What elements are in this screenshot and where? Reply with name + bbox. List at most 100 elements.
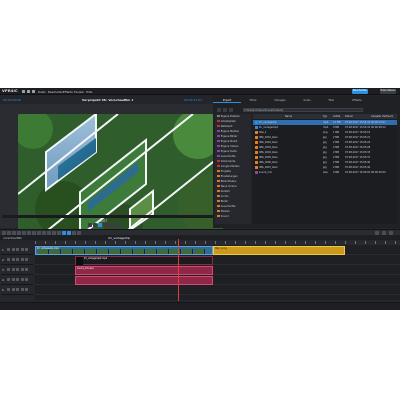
title-clip[interactable]: titel_1.png xyxy=(213,245,345,255)
ruler-tick xyxy=(195,241,196,244)
column-size[interactable]: Größe xyxy=(333,115,340,118)
lock-icon[interactable] xyxy=(11,258,15,261)
mute-icon[interactable] xyxy=(20,278,24,281)
record-icon[interactable] xyxy=(25,248,28,251)
step-back-button[interactable] xyxy=(88,223,92,227)
track-header[interactable]: 2 xyxy=(1,255,33,265)
back-icon[interactable] xyxy=(217,108,221,112)
save-icon[interactable] xyxy=(32,89,35,93)
mode-export-button[interactable]: Exportieren xyxy=(380,89,396,94)
folder-icon xyxy=(217,134,220,138)
menu-help[interactable]: Hilfe xyxy=(86,90,92,94)
new-project-icon[interactable] xyxy=(22,89,25,93)
eye-icon[interactable] xyxy=(7,248,10,251)
eye-icon[interactable] xyxy=(7,278,10,281)
audio-clip[interactable]: sound_mix.wav xyxy=(75,265,213,275)
column-type[interactable]: Typ xyxy=(323,115,327,118)
solo-icon[interactable] xyxy=(16,258,19,261)
playhead[interactable] xyxy=(178,239,179,301)
mute-icon[interactable] xyxy=(20,258,24,261)
program-monitor: 00:00:00:00 Vorprojekt: Mr. Vorschaufilm… xyxy=(0,96,226,230)
track-row xyxy=(35,275,400,285)
ruler-tick xyxy=(245,241,246,244)
record-icon[interactable] xyxy=(25,288,28,291)
eye-icon[interactable] xyxy=(7,288,10,291)
menu-edit[interactable]: Bearbeiten xyxy=(48,90,63,94)
forward-button[interactable] xyxy=(108,223,112,227)
video-frame xyxy=(18,114,223,230)
monitor-header: 00:00:00:00 Vorprojekt: Mr. Vorschaufilm… xyxy=(0,96,226,104)
track-number: 1 xyxy=(2,248,4,252)
menu-effects[interactable]: Effekte xyxy=(63,90,73,94)
open-icon[interactable] xyxy=(27,89,30,93)
ruler-tick xyxy=(75,241,76,244)
track-header[interactable]: 5 xyxy=(1,285,33,295)
tab-templates[interactable]: Vorlagen xyxy=(265,98,295,103)
overlay-clip[interactable]: ihr_vorlageclip2.mp4 xyxy=(75,255,213,265)
lock-icon[interactable] xyxy=(11,288,15,291)
folder-icon xyxy=(217,124,220,128)
tree-item[interactable]: Sound xyxy=(217,214,229,219)
solo-icon[interactable] xyxy=(16,248,19,251)
eye-icon[interactable] xyxy=(7,268,10,271)
up-icon[interactable] xyxy=(223,108,227,112)
path-field[interactable]: C:\Nutzer\Videos\Projektmaterial xyxy=(243,108,363,112)
file-list-header: Name Typ Größe Datum Längster Zeitraum xyxy=(253,114,397,119)
timeline-tab-clip[interactable]: ihr_vorlageclip xyxy=(108,236,130,240)
mode-edit-button[interactable]: Bearbeiten xyxy=(352,89,368,94)
folder-icon xyxy=(217,154,220,158)
solo-icon[interactable] xyxy=(16,288,19,291)
video-preview[interactable] xyxy=(18,114,223,230)
tab-audio[interactable]: Audio xyxy=(295,98,319,103)
file-icon xyxy=(255,156,258,159)
tab-titles[interactable]: Titel xyxy=(319,98,343,103)
ruler-tick xyxy=(375,241,376,244)
track-header[interactable]: 3 xyxy=(1,265,33,275)
file-size: 2 MB xyxy=(333,166,339,169)
mute-icon[interactable] xyxy=(20,248,24,251)
file-size: 4 MB xyxy=(333,171,339,174)
file-type: jpg xyxy=(323,141,327,144)
step-forward-button[interactable] xyxy=(113,223,117,227)
record-icon[interactable] xyxy=(25,278,28,281)
solo-icon[interactable] xyxy=(16,278,19,281)
file-icon xyxy=(255,166,258,169)
mute-icon[interactable] xyxy=(20,288,24,291)
record-icon[interactable] xyxy=(25,258,28,261)
tab-movies[interactable]: Filme xyxy=(241,98,265,103)
mute-icon[interactable] xyxy=(20,268,24,271)
view-icon[interactable] xyxy=(229,108,233,112)
solo-icon[interactable] xyxy=(16,268,19,271)
lock-icon[interactable] xyxy=(11,248,15,251)
file-size: 2 MB xyxy=(333,141,339,144)
play-button[interactable] xyxy=(98,223,102,227)
eye-icon[interactable] xyxy=(7,258,10,261)
file-row[interactable]: sound_mix wav 4 MB 07.08.2017 15:06:02 00:00… xyxy=(253,170,397,175)
record-icon[interactable] xyxy=(25,268,28,271)
track-header[interactable]: 4 xyxy=(1,275,33,285)
rewind-button[interactable] xyxy=(93,223,97,227)
menu-file[interactable]: Datei xyxy=(38,90,45,94)
audio-clip[interactable] xyxy=(75,275,213,285)
track-header[interactable]: 1 xyxy=(1,245,33,255)
video-clip[interactable]: ihr_vorlageclip.mp4 xyxy=(35,245,213,255)
tab-import[interactable]: Import xyxy=(213,98,241,103)
column-date[interactable]: Datum xyxy=(345,115,353,118)
tree-item-label: Sound xyxy=(220,215,229,218)
monitor-timecode-left: 00:00:00:00 xyxy=(3,98,22,102)
file-name: IMG_0203_klein xyxy=(259,146,278,149)
menu-window[interactable]: Fenster xyxy=(74,90,84,94)
lock-icon[interactable] xyxy=(11,268,15,271)
clip-thumbnail xyxy=(62,249,73,254)
lock-icon[interactable] xyxy=(11,278,15,281)
preview-scrubber[interactable] xyxy=(2,215,224,218)
timeline-tab-project[interactable]: vorschaufilm xyxy=(3,236,22,240)
tab-effects[interactable]: Effekte xyxy=(343,98,371,103)
file-icon xyxy=(255,121,258,124)
file-icon xyxy=(255,151,258,154)
column-name[interactable]: Name xyxy=(285,115,292,118)
stop-button[interactable] xyxy=(103,223,107,227)
column-extra[interactable]: Längster Zeitraum xyxy=(371,115,393,118)
loop-button[interactable] xyxy=(118,223,122,227)
tree-item-label: Einstellungen xyxy=(220,175,238,178)
